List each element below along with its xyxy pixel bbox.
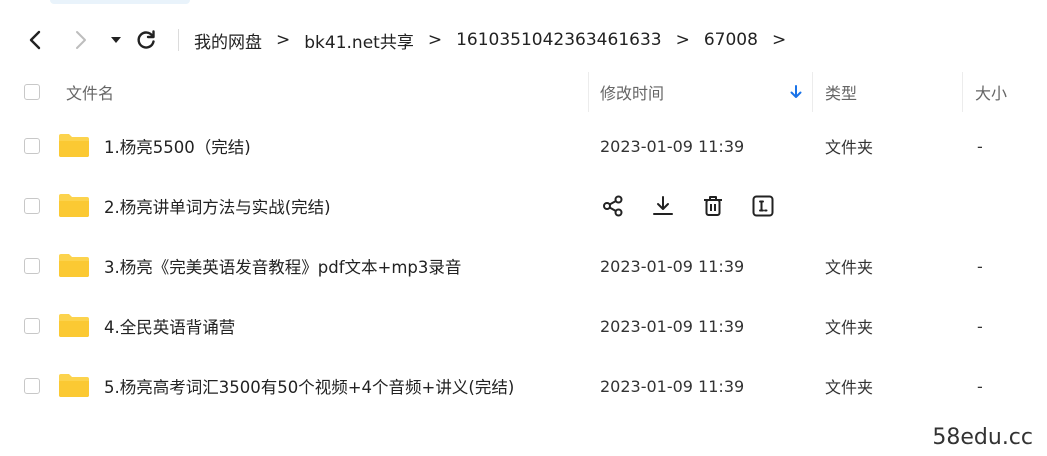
file-size: -	[977, 316, 983, 336]
column-divider[interactable]	[588, 72, 589, 112]
row-checkbox[interactable]	[24, 138, 40, 154]
breadcrumb-item-current[interactable]: 67008	[704, 30, 758, 50]
column-divider[interactable]	[812, 72, 813, 112]
file-browser: 我的网盘 > bk41.net共享 > 1610351042363461633 …	[0, 0, 1047, 456]
delete-icon	[704, 196, 722, 216]
top-tab-indicator	[50, 0, 190, 4]
table-header: 文件名 修改时间 类型 大小	[0, 72, 1047, 112]
rename-icon	[752, 195, 774, 217]
breadcrumb-separator: >	[276, 30, 291, 50]
breadcrumb-separator: >	[675, 30, 690, 50]
folder-icon	[59, 314, 89, 337]
column-header-modified[interactable]: 修改时间	[600, 72, 664, 112]
forward-button[interactable]	[67, 26, 95, 54]
toolbar-divider	[178, 29, 179, 51]
download-icon	[653, 196, 673, 215]
refresh-button[interactable]	[132, 26, 160, 54]
file-size: -	[977, 376, 983, 396]
row-checkbox[interactable]	[24, 258, 40, 274]
table-row[interactable]: 3.杨亮《完美英语发音教程》pdf文本+mp3录音 2023-01-09 11:…	[0, 236, 1047, 296]
breadcrumb-separator: >	[771, 30, 787, 50]
file-modified: 2023-01-09 11:39	[600, 376, 745, 396]
share-icon	[603, 195, 623, 217]
file-name[interactable]: 5.杨亮高考词汇3500有50个视频+4个音频+讲义(完结)	[104, 356, 514, 416]
toolbar: 我的网盘 > bk41.net共享 > 1610351042363461633 …	[0, 20, 1047, 60]
select-all-checkbox[interactable]	[24, 84, 40, 100]
column-header-type[interactable]: 类型	[825, 72, 857, 112]
caret-down-icon	[111, 37, 121, 43]
chevron-left-icon	[29, 30, 41, 50]
arrow-down-icon	[790, 85, 802, 98]
delete-button[interactable]	[700, 193, 726, 219]
file-name[interactable]: 3.杨亮《完美英语发音教程》pdf文本+mp3录音	[104, 236, 461, 296]
table-row[interactable]: 1.杨亮5500（完结) 2023-01-09 11:39 文件夹 -	[0, 116, 1047, 176]
sort-indicator[interactable]	[789, 72, 803, 112]
folder-icon	[59, 254, 89, 277]
refresh-icon	[137, 30, 155, 49]
breadcrumb-item-share[interactable]: bk41.net共享	[304, 28, 414, 53]
folder-icon	[59, 134, 89, 157]
file-type: 文件夹	[825, 378, 874, 397]
share-button[interactable]	[600, 193, 626, 219]
breadcrumb: 我的网盘 > bk41.net共享 > 1610351042363461633 …	[194, 20, 786, 60]
watermark: 58edu.cc	[932, 425, 1033, 450]
column-header-size[interactable]: 大小	[975, 72, 1007, 112]
row-checkbox[interactable]	[24, 318, 40, 334]
chevron-right-icon	[76, 31, 86, 49]
file-name[interactable]: 1.杨亮5500（完结)	[104, 116, 251, 176]
table-row[interactable]: 2.杨亮讲单词方法与实战(完结)	[0, 176, 1047, 236]
history-dropdown-button[interactable]	[102, 26, 130, 54]
rename-button[interactable]	[750, 193, 776, 219]
download-button[interactable]	[650, 193, 676, 219]
table-row[interactable]: 4.全民英语背诵营 2023-01-09 11:39 文件夹 -	[0, 296, 1047, 356]
file-name[interactable]: 2.杨亮讲单词方法与实战(完结)	[104, 176, 331, 236]
file-type: 文件夹	[825, 258, 874, 277]
breadcrumb-separator: >	[427, 30, 443, 50]
file-modified: 2023-01-09 11:39	[600, 256, 745, 276]
back-button[interactable]	[21, 26, 49, 54]
file-modified: 2023-01-09 11:39	[600, 316, 745, 336]
file-name[interactable]: 4.全民英语背诵营	[104, 296, 235, 356]
file-modified: 2023-01-09 11:39	[600, 136, 745, 156]
breadcrumb-item-root[interactable]: 我的网盘	[194, 28, 262, 53]
folder-icon	[59, 194, 89, 217]
column-divider[interactable]	[962, 72, 963, 112]
file-size: -	[977, 136, 983, 156]
folder-icon	[59, 374, 89, 397]
file-type: 文件夹	[825, 138, 874, 157]
row-checkbox[interactable]	[24, 378, 40, 394]
file-size: -	[977, 256, 983, 276]
row-checkbox[interactable]	[24, 198, 40, 214]
row-actions	[600, 176, 776, 236]
breadcrumb-item-folder-id[interactable]: 1610351042363461633	[456, 30, 662, 50]
table-row[interactable]: 5.杨亮高考词汇3500有50个视频+4个音频+讲义(完结) 2023-01-0…	[0, 356, 1047, 416]
column-header-name[interactable]: 文件名	[66, 72, 114, 112]
file-type: 文件夹	[825, 318, 874, 337]
